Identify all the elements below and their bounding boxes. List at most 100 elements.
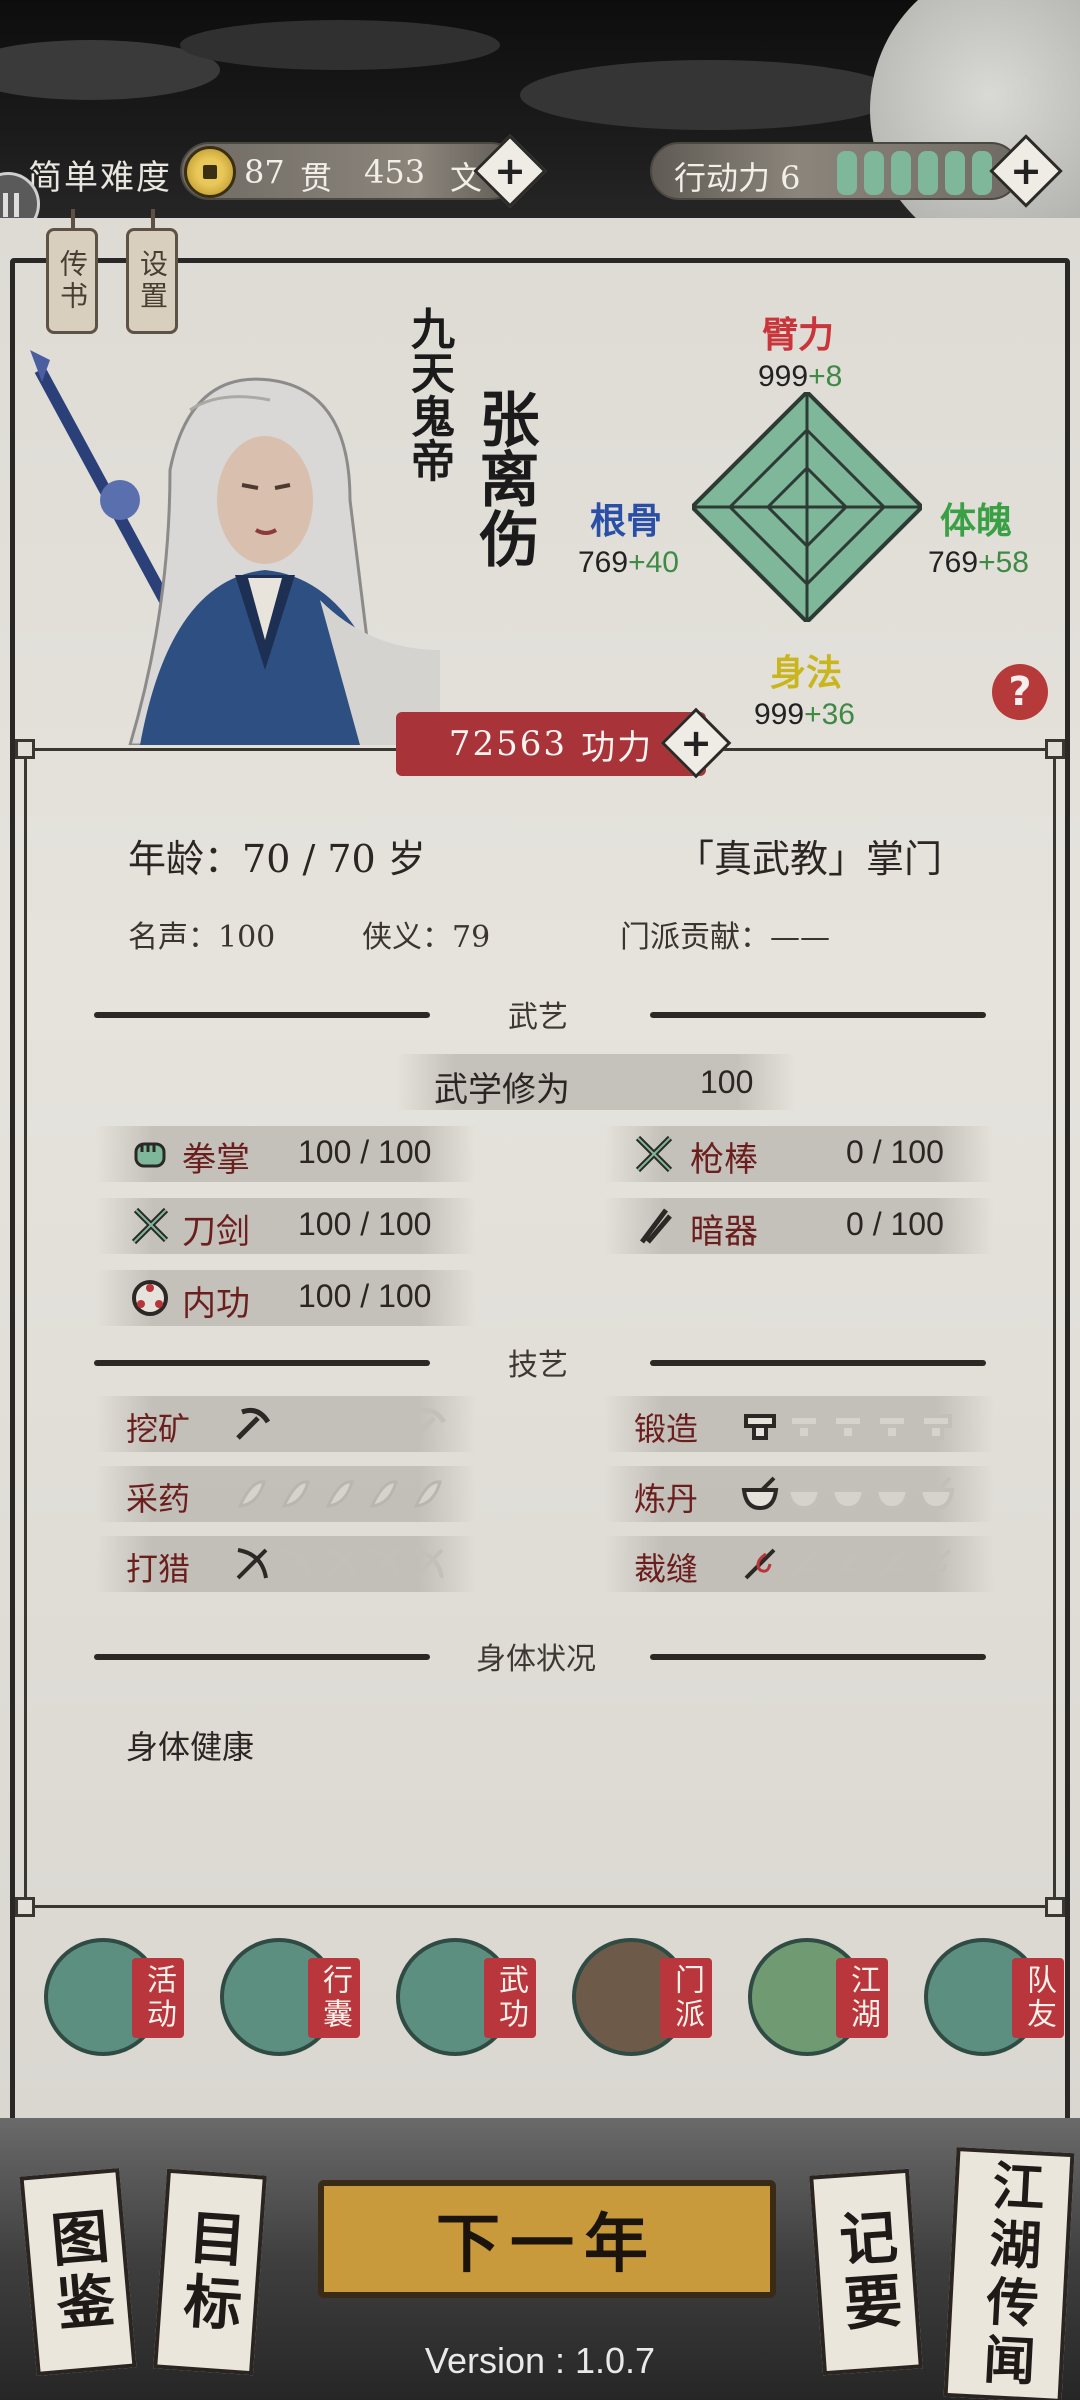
pickaxe-icon [324, 1407, 359, 1440]
health-section-title: 身体状况 [476, 1642, 596, 1677]
nav-banner[interactable]: 队友 [914, 1928, 1064, 2058]
action-point-bar [918, 151, 938, 195]
guan-value: 87 [244, 153, 285, 191]
needle-icon [832, 1548, 864, 1580]
action-point-bar [891, 151, 911, 195]
dart-icon [640, 1208, 672, 1244]
skill-value: 0 / 100 [846, 1134, 944, 1170]
difficulty-label: 简单难度 [28, 158, 172, 198]
herb-icon [413, 1480, 442, 1508]
nav-mountain[interactable]: 江湖 [738, 1928, 888, 2058]
craft-level-icons [232, 1404, 448, 1444]
version-label: Version : 1.0.7 [424, 2340, 656, 2381]
craft-level-icons [740, 1544, 956, 1584]
bow-icon [412, 1548, 444, 1580]
needle-icon [744, 1548, 776, 1580]
agility-value: 999+36 [754, 698, 855, 731]
skill-name: 内功 [182, 1284, 250, 1324]
section-divider [650, 1654, 986, 1660]
character-title: 九天鬼帝 [403, 306, 454, 482]
letters-tag-button[interactable]: 传书 [46, 209, 98, 334]
character-portrait [30, 350, 440, 745]
craft-level-icons [232, 1544, 448, 1584]
strength-label: 臂力 [762, 314, 835, 356]
health-status: 身体健康 [126, 1728, 255, 1766]
power-banner: 72563 功力 [396, 712, 706, 776]
herb-icon [237, 1480, 266, 1508]
craft-name: 锻造 [634, 1410, 699, 1448]
craft-name: 打猎 [126, 1550, 191, 1588]
contribution-value: —— [770, 920, 830, 955]
craft-level-icons [232, 1474, 448, 1514]
craft-name: 炼丹 [634, 1480, 699, 1518]
help-button[interactable]: ? [992, 664, 1048, 720]
contribution-row: 门派贡献：—— [620, 912, 830, 956]
action-point-bar [837, 151, 857, 195]
section-divider [650, 1012, 986, 1018]
nav-label: 武功 [484, 1958, 536, 2038]
bow-icon [280, 1548, 312, 1580]
nav-label: 门派 [660, 1958, 712, 2038]
action-point-bar [864, 151, 884, 195]
needle-icon [788, 1548, 820, 1580]
coin-icon [184, 146, 236, 198]
nav-label: 队友 [1012, 1958, 1064, 2038]
needle-icon [876, 1548, 908, 1580]
skill-name: 拳掌 [182, 1140, 250, 1180]
power-label: 功力 [581, 727, 654, 768]
skill-value: 100 / 100 [298, 1134, 432, 1170]
root-label: 根骨 [590, 500, 663, 542]
anvil-icon [744, 1414, 776, 1440]
anvil-icon [920, 1414, 952, 1440]
action-points-pill: 行动力 6 [650, 142, 1020, 200]
sect-role: 「真武教」掌门 [676, 837, 943, 881]
age-row: 年龄：70 / 70 岁 [128, 828, 426, 883]
chivalry-label: 侠义： [362, 920, 452, 955]
character-name: 张离伤 [469, 388, 539, 568]
currency-pill: 87 贯 453 文 [180, 142, 520, 200]
mortar-icon [873, 1476, 911, 1511]
cultivation-label: 武学修为 [434, 1070, 570, 1110]
inner-power-icon [132, 1280, 168, 1316]
herb-icon [325, 1480, 354, 1508]
physique-value: 769+58 [928, 546, 1029, 579]
nav-temple[interactable]: 门派 [562, 1928, 712, 2058]
bow-icon [368, 1548, 400, 1580]
age-label: 年龄： [128, 837, 243, 881]
next-year-button[interactable]: 下一年 [318, 2180, 776, 2298]
guan-unit: 贯 [300, 159, 333, 197]
nav-scroll[interactable]: 武功 [386, 1928, 536, 2058]
skill-value: 100 / 100 [298, 1278, 432, 1314]
power-value: 72563 [448, 724, 568, 764]
pickaxe-icon [368, 1407, 403, 1440]
physique-label: 体魄 [940, 500, 1013, 542]
action-points-label: 行动力 6 [674, 159, 801, 197]
pickaxe-icon [280, 1407, 315, 1440]
nav-gourd[interactable]: 活动 [34, 1928, 184, 2058]
fame-value: 100 [218, 920, 276, 955]
bow-icon [236, 1548, 268, 1580]
action-points-bars [837, 151, 992, 195]
craft-level-icons [740, 1474, 956, 1514]
settings-tag-button[interactable]: 设置 [126, 209, 178, 334]
section-divider [650, 1360, 986, 1366]
section-divider [94, 1360, 430, 1366]
craft-name: 裁缝 [634, 1550, 699, 1588]
skill-name: 枪棒 [690, 1140, 758, 1180]
craft-name: 采药 [126, 1480, 191, 1518]
attribute-radar-chart [692, 392, 922, 622]
needle-icon [920, 1548, 952, 1580]
plus-icon: + [1010, 149, 1042, 193]
chivalry-value: 79 [452, 920, 491, 955]
spear-icon [635, 1135, 673, 1173]
anvil-icon [832, 1414, 864, 1440]
skill-value: 100 / 100 [298, 1206, 432, 1242]
anvil-icon [876, 1414, 908, 1440]
fist-icon [134, 1142, 166, 1168]
mortar-icon [829, 1476, 867, 1511]
craft-name: 挖矿 [126, 1410, 191, 1448]
wen-unit: 文 [450, 159, 483, 197]
section-divider [94, 1012, 430, 1018]
nav-bag[interactable]: 行囊 [210, 1928, 360, 2058]
martial-section-title: 武艺 [508, 1000, 568, 1035]
